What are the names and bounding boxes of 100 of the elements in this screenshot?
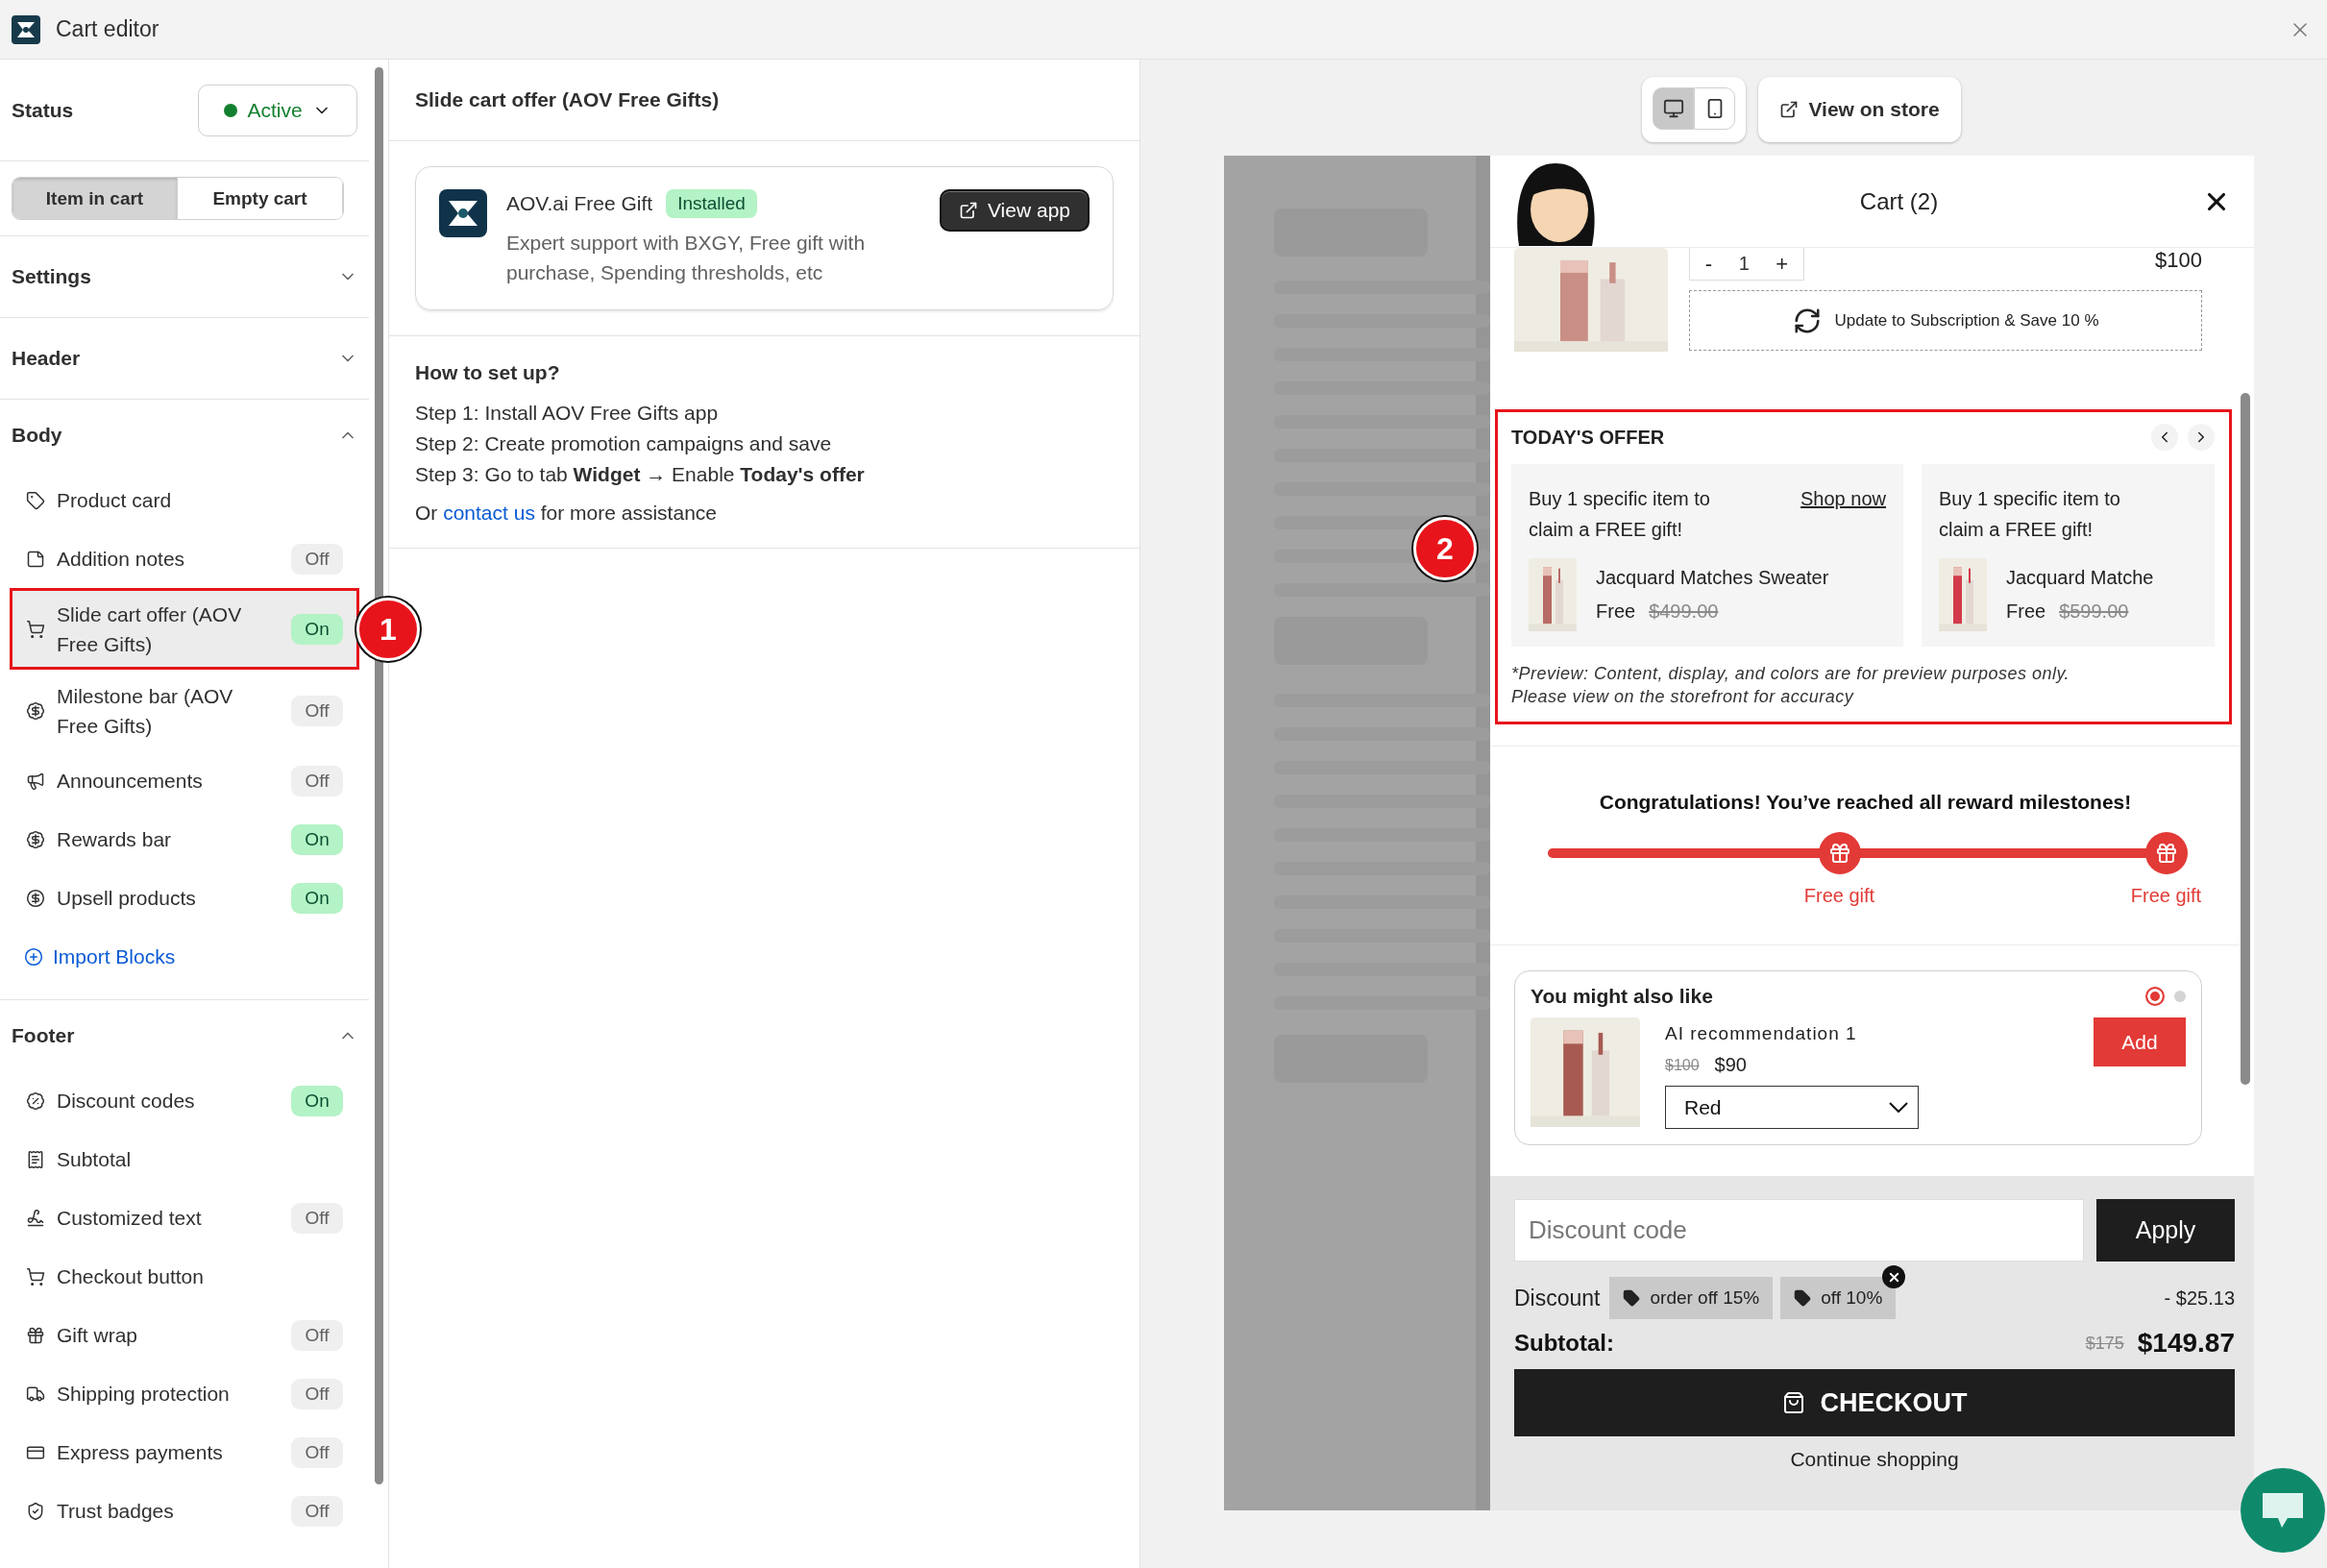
sidebar-item[interactable]: Checkout button xyxy=(10,1247,360,1306)
status-pill[interactable]: Off xyxy=(291,695,344,726)
shop-now-link[interactable]: Shop now xyxy=(1800,483,1886,545)
subtotal-label: Subtotal: xyxy=(1514,1330,1615,1357)
sidebar-item[interactable]: Upsell products On xyxy=(10,869,360,927)
monitor-icon xyxy=(1662,98,1684,119)
status-pill[interactable]: Off xyxy=(291,1319,344,1351)
sidebar-item[interactable]: Announcements Off xyxy=(10,751,360,810)
item-label: Discount codes xyxy=(57,1089,196,1114)
scrollbar[interactable] xyxy=(374,67,383,1484)
tag-icon xyxy=(26,490,45,510)
view-app-button[interactable]: View app xyxy=(940,189,1090,232)
variant-select[interactable]: Red xyxy=(1665,1086,1919,1129)
sidebar-item[interactable]: Addition notes Off xyxy=(10,529,360,588)
gift-icon xyxy=(1827,842,1851,865)
status-pill[interactable]: Off xyxy=(291,1436,344,1468)
continue-shopping-link[interactable]: Continue shopping xyxy=(1790,1448,1959,1471)
sidebar-item[interactable]: Discount codes On xyxy=(10,1071,360,1130)
item-label: Product card xyxy=(57,488,173,513)
panel-title: Slide cart offer (AOV Free Gifts) xyxy=(389,60,1139,141)
pager-dot[interactable] xyxy=(2145,987,2165,1006)
preview-note: *Preview: Content, display, and colors are for preview purposes only. Please view on the storefront for accuracy xyxy=(1511,663,2071,708)
pager-dot[interactable] xyxy=(2174,991,2186,1002)
status-pill[interactable]: On xyxy=(291,613,344,645)
checkout-button[interactable]: CHECKOUT xyxy=(1514,1369,2235,1436)
view-on-store-button[interactable]: View on store xyxy=(1758,77,1961,142)
original-price: $499.00 xyxy=(1649,600,1719,623)
offer-headline: Buy 1 specific item to claim a FREE gift! xyxy=(1939,487,2121,542)
note-icon xyxy=(26,549,45,569)
section-header[interactable]: Footer xyxy=(0,1000,370,1071)
import-blocks-link[interactable]: Import Blocks xyxy=(24,927,346,986)
status-pill[interactable]: Off xyxy=(291,1378,344,1409)
sidebar-item[interactable]: Trust badges Off xyxy=(10,1482,360,1540)
status-pill[interactable]: On xyxy=(291,1085,344,1116)
status-pill[interactable]: Off xyxy=(291,543,344,575)
installed-badge: Installed xyxy=(666,189,757,218)
gift-product-name: Jacquard Matche xyxy=(2006,567,2154,589)
status-pill[interactable]: Off xyxy=(291,1495,344,1527)
setup-step: Step 1: Install AOV Free Gifts app xyxy=(415,398,1114,429)
item-label: Express payments xyxy=(57,1440,224,1465)
item-label: Rewards bar xyxy=(57,827,173,852)
previous-button[interactable] xyxy=(2151,424,2178,451)
offer-headline: Buy 1 specific item to claim a FREE gift! xyxy=(1529,487,1711,542)
item-label: Checkout button xyxy=(57,1264,205,1289)
upsell-title: You might also like xyxy=(1531,985,1713,1008)
sidebar-item[interactable]: Express payments Off xyxy=(10,1423,360,1482)
discount-label: Discount xyxy=(1514,1285,1601,1311)
status-label: Status xyxy=(12,98,74,122)
view-tab[interactable]: Item in cart xyxy=(12,178,178,219)
section-header[interactable]: Body xyxy=(0,400,370,471)
bag-icon xyxy=(1781,1391,1805,1414)
sidebar-item[interactable]: Slide cart offer (AOV Free Gifts) On xyxy=(10,588,360,670)
sidebar-item[interactable]: Rewards bar On xyxy=(10,810,360,869)
status-pill[interactable]: On xyxy=(291,882,344,914)
external-link-icon xyxy=(959,201,978,220)
help-text: Or contact us for more assistance xyxy=(415,502,718,525)
badge-dollar-icon xyxy=(26,829,45,849)
gift-icon xyxy=(26,1325,45,1345)
original-price: $599.00 xyxy=(2059,600,2129,623)
device-toggle[interactable] xyxy=(1694,87,1736,130)
sale-price: $90 xyxy=(1714,1054,1747,1076)
cart-title: Cart (2) xyxy=(1859,187,1939,215)
device-toggle[interactable] xyxy=(1653,87,1695,130)
sidebar-item[interactable]: Product card xyxy=(10,471,360,529)
app-logo xyxy=(12,14,40,44)
subscription-button[interactable]: Update to Subscription & Save 10 % xyxy=(1689,290,2202,351)
original-price: $100 xyxy=(1665,1056,1700,1074)
add-button[interactable]: Add xyxy=(2094,1017,2186,1066)
section-header[interactable]: Settings xyxy=(0,236,370,317)
sidebar-item[interactable]: Gift wrap Off xyxy=(10,1306,360,1364)
status-pill[interactable]: On xyxy=(291,823,344,855)
item-label: Addition notes xyxy=(57,547,186,572)
status-select[interactable]: Active xyxy=(198,84,358,136)
percent-badge-icon xyxy=(26,1090,45,1111)
sidebar-item[interactable]: Subtotal xyxy=(10,1130,360,1188)
gift-product-name: Jacquard Matches Sweater xyxy=(1596,567,1829,589)
section-header[interactable]: Header xyxy=(0,318,370,399)
original-total: $175 xyxy=(2085,1333,2124,1354)
discount-code-field[interactable]: Discount code xyxy=(1514,1199,2084,1262)
sidebar-item[interactable]: Shipping protection Off xyxy=(10,1364,360,1423)
item-label: Gift wrap xyxy=(57,1323,139,1348)
apply-button[interactable]: Apply xyxy=(2096,1199,2235,1262)
setup-heading: How to set up? xyxy=(415,361,561,384)
app-logo xyxy=(439,189,487,237)
receipt-icon xyxy=(26,1149,45,1169)
scrollbar[interactable] xyxy=(2241,393,2250,1085)
status-dot-icon xyxy=(224,103,238,117)
discount-amount: - $25.13 xyxy=(2164,1286,2235,1310)
status-pill[interactable]: Off xyxy=(291,765,344,796)
plus-button[interactable]: + xyxy=(1772,251,1793,277)
status-pill[interactable]: Off xyxy=(291,1202,344,1234)
item-label: Shipping protection xyxy=(57,1382,231,1407)
contact-link[interactable]: contact us xyxy=(443,502,535,524)
signature-icon xyxy=(26,1208,45,1228)
sidebar-item[interactable]: Milestone bar (AOV Free Gifts) Off xyxy=(10,670,360,751)
next-button[interactable] xyxy=(2188,424,2215,451)
window-title: Cart editor xyxy=(56,16,159,42)
minus-button[interactable]: - xyxy=(1701,251,1717,277)
sidebar-item[interactable]: Customized text Off xyxy=(10,1188,360,1247)
remove-button[interactable] xyxy=(1882,1265,1906,1288)
